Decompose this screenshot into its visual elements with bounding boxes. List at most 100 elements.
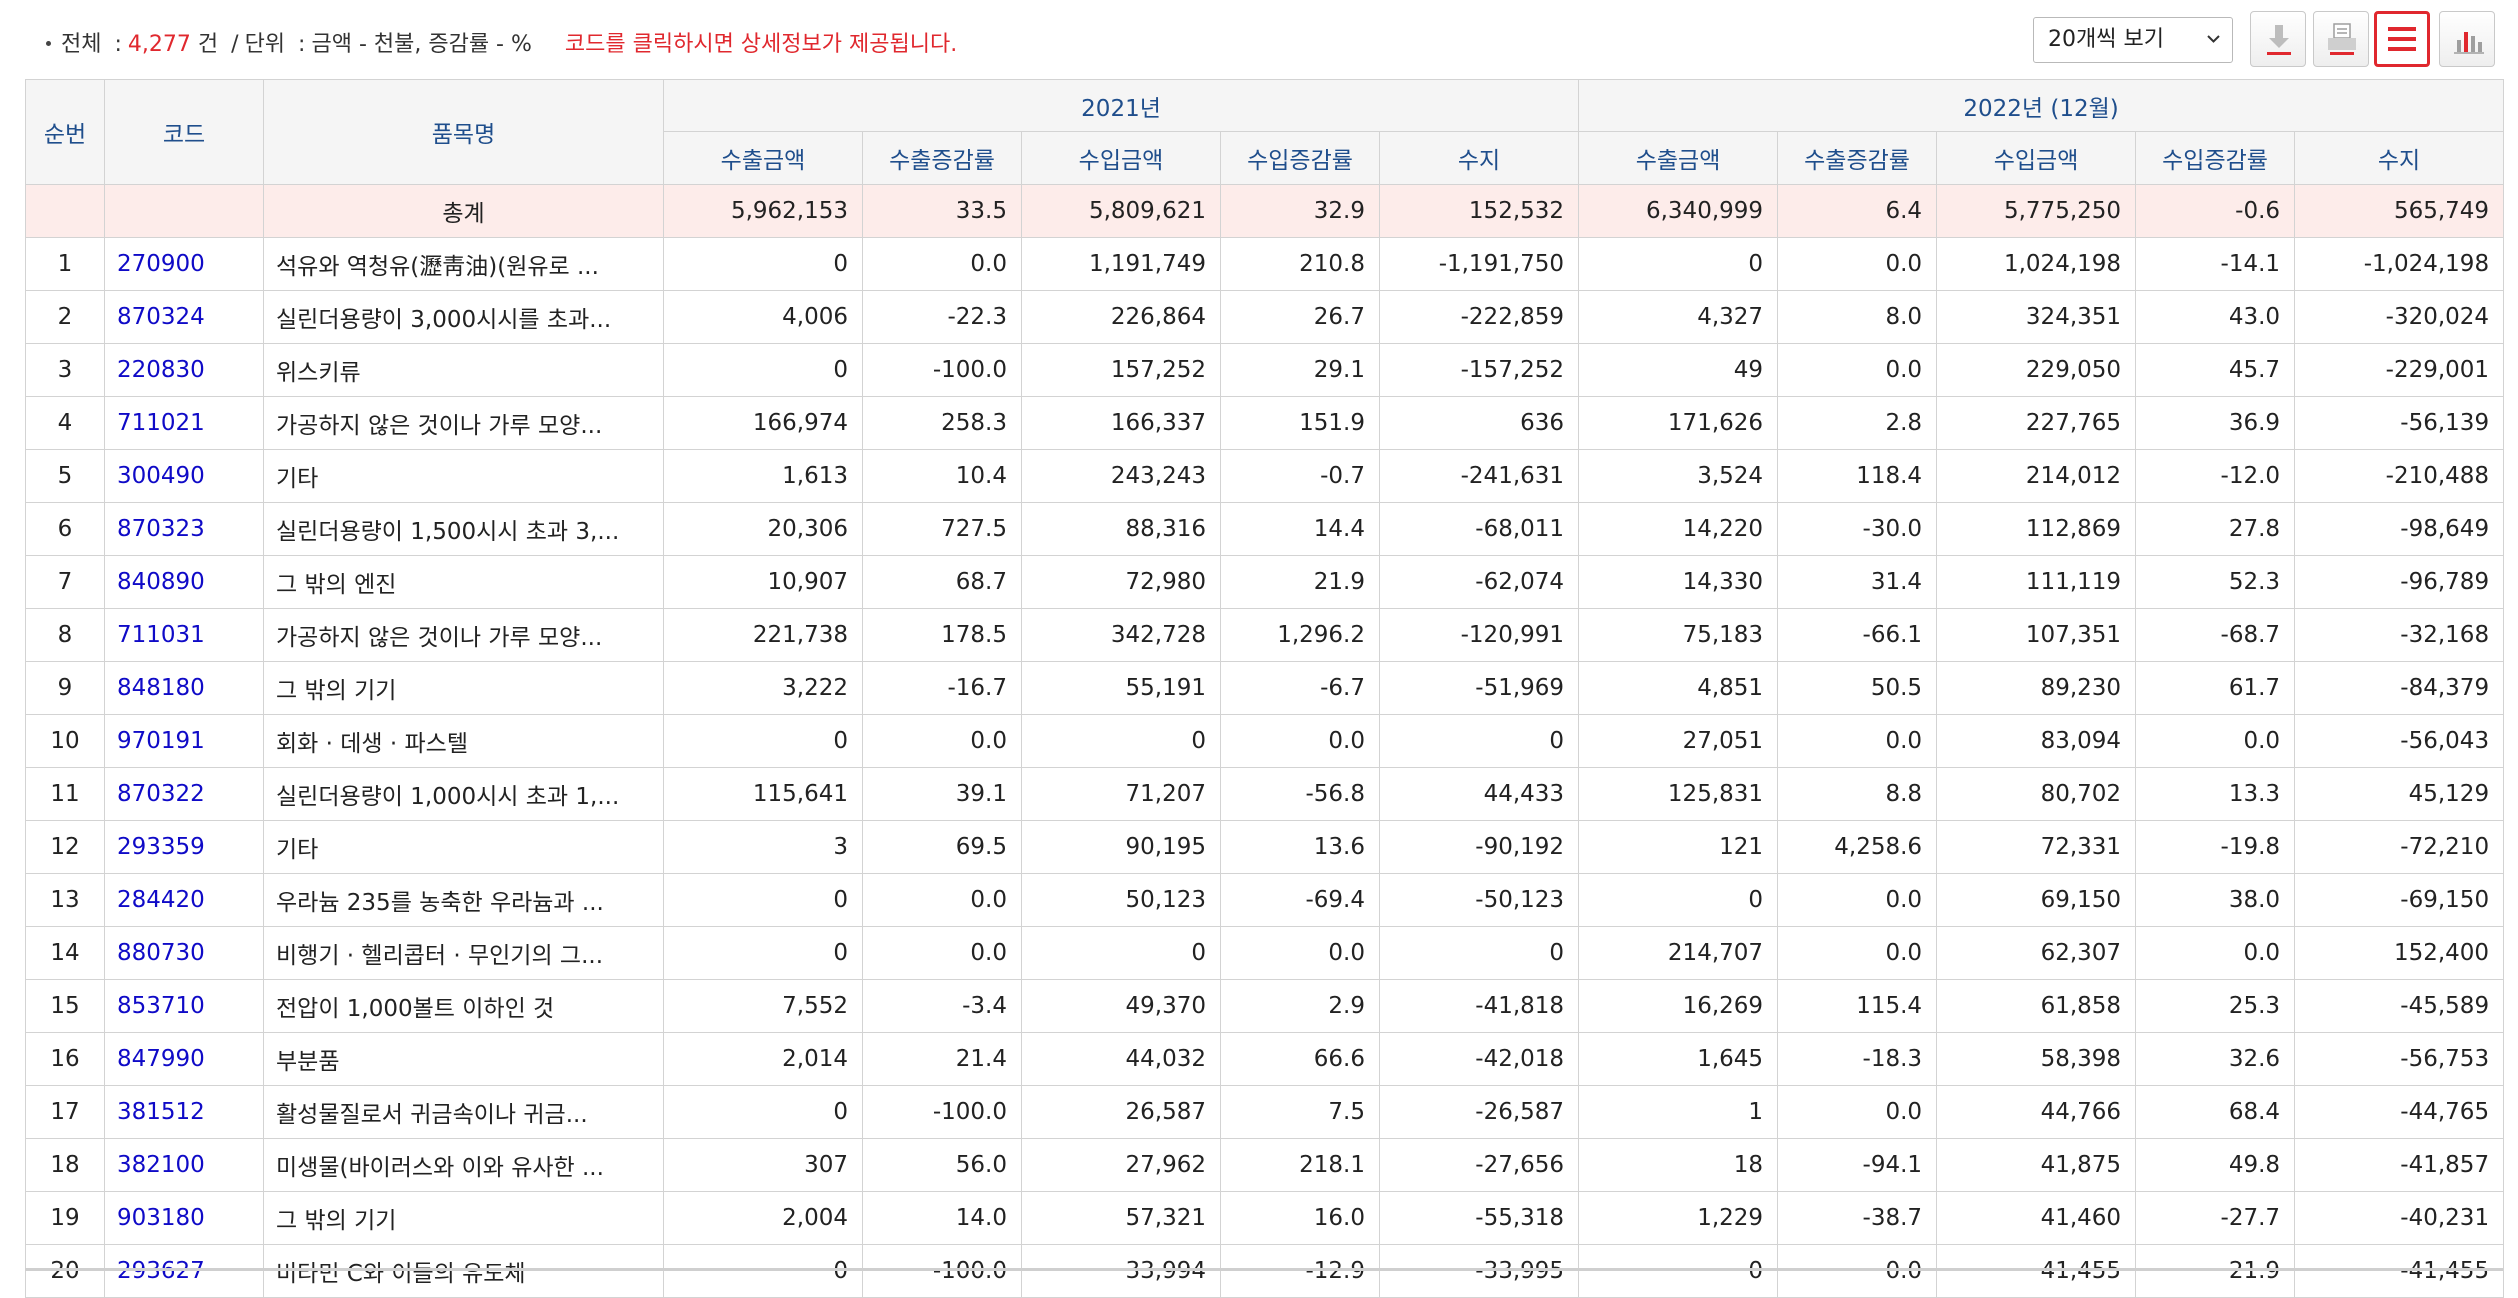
cell-value: 38.0 bbox=[2135, 873, 2296, 927]
total-no bbox=[25, 184, 105, 238]
cell-value: 61.7 bbox=[2135, 661, 2296, 715]
cell-value: 111,119 bbox=[1936, 555, 2137, 609]
cell-value: -69.4 bbox=[1220, 873, 1380, 927]
separator: : bbox=[298, 32, 306, 57]
total-value: -0.6 bbox=[2135, 184, 2296, 238]
total-row: 총계 5,962,153 33.5 5,809,621 32.9 152,532… bbox=[25, 184, 2505, 238]
cell-value: 83,094 bbox=[1936, 714, 2137, 768]
list-view-button[interactable] bbox=[2374, 11, 2430, 67]
header-export-growth: 수출증감률 bbox=[862, 131, 1022, 185]
cell-value: 41,875 bbox=[1936, 1138, 2137, 1192]
item-code-link[interactable]: 284420 bbox=[104, 873, 264, 927]
cell-value: 229,050 bbox=[1936, 343, 2137, 397]
page-size-select[interactable]: 20개씩 보기 bbox=[2033, 17, 2233, 63]
cell-value: 27.8 bbox=[2135, 502, 2296, 556]
item-code-link[interactable]: 382100 bbox=[104, 1138, 264, 1192]
cell-value: 1,191,749 bbox=[1021, 237, 1221, 291]
cell-value: 20,306 bbox=[663, 502, 863, 556]
item-code-link[interactable]: 711021 bbox=[104, 396, 264, 450]
total-count: 4,277 bbox=[127, 32, 191, 57]
cell-value: -0.7 bbox=[1220, 449, 1380, 503]
list-view-icon bbox=[2388, 27, 2416, 51]
item-code-link[interactable]: 870323 bbox=[104, 502, 264, 556]
item-code-link[interactable]: 300490 bbox=[104, 449, 264, 503]
cell-value: 171,626 bbox=[1578, 396, 1779, 450]
table-row: 8 711031 가공하지 않은 것이나 가루 모양... 221,738 178.5 3… bbox=[25, 608, 2505, 662]
cell-value: -41,857 bbox=[2294, 1138, 2505, 1192]
cell-value: 58,398 bbox=[1936, 1032, 2137, 1086]
cell-value: 49.8 bbox=[2135, 1138, 2296, 1192]
cell-value: 0.0 bbox=[1777, 926, 1938, 980]
cell-value: 227,765 bbox=[1936, 396, 2137, 450]
cell-value: 151.9 bbox=[1220, 396, 1380, 450]
item-code-link[interactable]: 840890 bbox=[104, 555, 264, 609]
cell-value: 90,195 bbox=[1021, 820, 1221, 874]
print-button[interactable] bbox=[2313, 11, 2369, 67]
item-code-link[interactable]: 870324 bbox=[104, 290, 264, 344]
cell-value: 0 bbox=[1021, 714, 1221, 768]
cell-value: 10.4 bbox=[862, 449, 1022, 503]
cell-value: 44,766 bbox=[1936, 1085, 2137, 1139]
table-row: 7 840890 그 밖의 엔진 10,907 68.7 72,980 21.9 -62,07… bbox=[25, 555, 2505, 609]
item-code-link[interactable]: 970191 bbox=[104, 714, 264, 768]
row-number: 4 bbox=[25, 396, 105, 450]
total-value: 5,809,621 bbox=[1021, 184, 1221, 238]
header-name: 품목명 bbox=[263, 79, 664, 185]
download-icon bbox=[2267, 25, 2291, 55]
cell-value: 258.3 bbox=[862, 396, 1022, 450]
cell-value: 0.0 bbox=[2135, 926, 2296, 980]
chevron-down-icon bbox=[2207, 35, 2220, 43]
cell-value: -96,789 bbox=[2294, 555, 2505, 609]
chart-view-button[interactable] bbox=[2439, 11, 2495, 67]
cell-value: 0.0 bbox=[1220, 926, 1380, 980]
cell-value: -90,192 bbox=[1378, 820, 1580, 874]
row-number: 19 bbox=[25, 1191, 105, 1245]
cell-value: 25.3 bbox=[2135, 979, 2296, 1033]
item-code-link[interactable]: 880730 bbox=[104, 926, 264, 980]
cell-value: 50,123 bbox=[1021, 873, 1221, 927]
cell-value: 68.4 bbox=[2135, 1085, 2296, 1139]
cell-value: 1 bbox=[1578, 1085, 1779, 1139]
cell-value: 31.4 bbox=[1777, 555, 1938, 609]
item-code-link[interactable]: 293359 bbox=[104, 820, 264, 874]
row-number: 11 bbox=[25, 767, 105, 821]
item-code-link[interactable]: 381512 bbox=[104, 1085, 264, 1139]
cell-value: 33,994 bbox=[1021, 1244, 1221, 1298]
cell-value: -41,455 bbox=[2294, 1244, 2505, 1298]
cell-value: 4,327 bbox=[1578, 290, 1779, 344]
cell-value: -19.8 bbox=[2135, 820, 2296, 874]
download-button[interactable] bbox=[2250, 11, 2306, 67]
cell-value: -27.7 bbox=[2135, 1191, 2296, 1245]
cell-value: -55,318 bbox=[1378, 1191, 1580, 1245]
cell-value: -51,969 bbox=[1378, 661, 1580, 715]
item-code-link[interactable]: 870322 bbox=[104, 767, 264, 821]
cell-value: 14,220 bbox=[1578, 502, 1779, 556]
item-name: 전압이 1,000볼트 이하인 것 bbox=[263, 979, 664, 1033]
item-code-link[interactable]: 847990 bbox=[104, 1032, 264, 1086]
table-row: 20 293627 비타민 C와 이들의 유도체 0 -100.0 33,994 -12.9… bbox=[25, 1244, 2505, 1298]
print-icon bbox=[2328, 23, 2356, 55]
cell-value: -14.1 bbox=[2135, 237, 2296, 291]
unit-label: 단위 bbox=[244, 32, 286, 57]
cell-value: -6.7 bbox=[1220, 661, 1380, 715]
item-code-link[interactable]: 293627 bbox=[104, 1244, 264, 1298]
cell-value: 125,831 bbox=[1578, 767, 1779, 821]
cell-value: 89,230 bbox=[1936, 661, 2137, 715]
cell-value: 342,728 bbox=[1021, 608, 1221, 662]
cell-value: 55,191 bbox=[1021, 661, 1221, 715]
item-code-link[interactable]: 903180 bbox=[104, 1191, 264, 1245]
cell-value: -16.7 bbox=[862, 661, 1022, 715]
item-code-link[interactable]: 711031 bbox=[104, 608, 264, 662]
item-code-link[interactable]: 853710 bbox=[104, 979, 264, 1033]
cell-value: 1,645 bbox=[1578, 1032, 1779, 1086]
item-code-link[interactable]: 220830 bbox=[104, 343, 264, 397]
item-code-link[interactable]: 270900 bbox=[104, 237, 264, 291]
item-code-link[interactable]: 848180 bbox=[104, 661, 264, 715]
cell-value: 3 bbox=[663, 820, 863, 874]
cell-value: 118.4 bbox=[1777, 449, 1938, 503]
cell-value: -94.1 bbox=[1777, 1138, 1938, 1192]
cell-value: 2,014 bbox=[663, 1032, 863, 1086]
cell-value: 69,150 bbox=[1936, 873, 2137, 927]
cell-value: 0 bbox=[1578, 237, 1779, 291]
total-value: 6.4 bbox=[1777, 184, 1938, 238]
